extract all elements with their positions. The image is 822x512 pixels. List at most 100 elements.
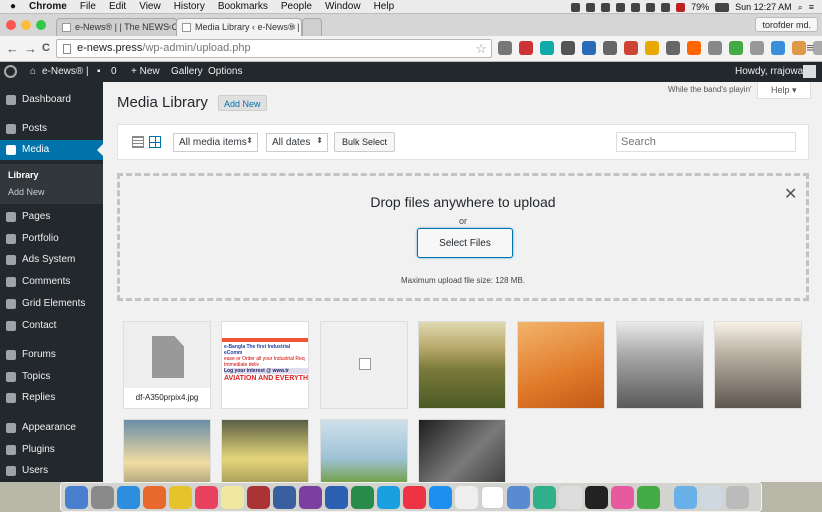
sidebar-item-portfolio[interactable]: Portfolio	[0, 229, 103, 249]
forward-button[interactable]: →	[24, 41, 37, 56]
date-filter[interactable]: All dates ⬍	[266, 133, 328, 152]
options-link[interactable]: Options	[208, 66, 242, 77]
system-preferences-icon[interactable]	[455, 485, 478, 509]
media-item[interactable]	[418, 321, 506, 409]
list-view-icon[interactable]	[132, 136, 144, 148]
calendar-icon[interactable]	[481, 485, 504, 509]
menu-history[interactable]: History	[174, 1, 205, 12]
media-item[interactable]	[320, 419, 408, 482]
extension-icon[interactable]	[750, 41, 764, 55]
close-tab-icon[interactable]: ×	[291, 22, 296, 32]
menu-bookmarks[interactable]: Bookmarks	[218, 1, 268, 12]
status-icon[interactable]	[601, 2, 611, 12]
upload-dropzone[interactable]: Drop files anywhere to upload or Select …	[117, 173, 809, 301]
sidebar-item-grid-elements[interactable]: Grid Elements	[0, 294, 103, 314]
extension-icon[interactable]	[603, 41, 617, 55]
safari-icon[interactable]	[117, 485, 140, 509]
sidebar-item-plugins[interactable]: Plugins	[0, 440, 103, 460]
media-item[interactable]	[616, 321, 704, 409]
downloads-icon[interactable]	[674, 485, 697, 509]
tab-media-library[interactable]: Media Library ‹ e-News® | ×	[176, 18, 302, 36]
extension-icon[interactable]	[582, 41, 596, 55]
menu-file[interactable]: File	[80, 1, 96, 12]
submenu-add-new[interactable]: Add New	[8, 187, 45, 197]
address-bar[interactable]: e-news.press/wp-admin/upload.php ☆	[56, 39, 492, 58]
pocket-icon[interactable]	[403, 485, 426, 509]
app-icon[interactable]	[273, 485, 296, 509]
apple-icon[interactable]: ●	[10, 1, 16, 12]
media-item[interactable]: e-Bangla The first Industrial eComm ease…	[221, 321, 309, 409]
gallery-link[interactable]: Gallery	[171, 66, 203, 77]
excel-icon[interactable]	[351, 485, 374, 509]
notifications-icon[interactable]: ≡	[809, 2, 814, 12]
media-item[interactable]	[123, 419, 211, 482]
tab-enews[interactable]: e-News® | | The NEWS Co ×	[56, 18, 178, 36]
sidebar-item-appearance[interactable]: Appearance	[0, 418, 103, 438]
submenu-library[interactable]: Library	[8, 170, 39, 180]
extension-icon[interactable]	[792, 41, 806, 55]
notes-icon[interactable]	[221, 485, 244, 509]
flag-icon[interactable]	[676, 2, 686, 12]
extension-icon[interactable]	[519, 41, 533, 55]
photos-icon[interactable]	[611, 485, 634, 509]
extension-icon[interactable]	[729, 41, 743, 55]
status-icon[interactable]	[646, 2, 656, 12]
trash-icon[interactable]	[726, 485, 749, 509]
media-item[interactable]: df-A350prpix4.jpg	[123, 321, 211, 409]
menu-chrome[interactable]: Chrome	[29, 1, 67, 12]
chrome-icon[interactable]	[169, 485, 192, 509]
menu-view[interactable]: View	[139, 1, 161, 12]
menu-window[interactable]: Window	[325, 1, 361, 12]
status-icon[interactable]	[586, 2, 596, 12]
close-uploader-icon[interactable]: ✕	[784, 184, 797, 204]
extension-icon[interactable]	[771, 41, 785, 55]
wifi-icon[interactable]	[661, 2, 671, 12]
finder-icon[interactable]	[65, 485, 88, 509]
sidebar-item-topics[interactable]: Topics	[0, 367, 103, 387]
media-item[interactable]	[418, 419, 506, 482]
clock[interactable]: Sun 12:27 AM	[735, 2, 792, 12]
new-tab-button[interactable]	[302, 18, 322, 36]
sidebar-item-forums[interactable]: Forums	[0, 345, 103, 365]
close-tab-icon[interactable]: ×	[167, 22, 172, 32]
avatar[interactable]	[803, 65, 816, 78]
extension-icon[interactable]	[708, 41, 722, 55]
sidebar-item-replies[interactable]: Replies	[0, 388, 103, 408]
menu-people[interactable]: People	[281, 1, 312, 12]
sidebar-item-pages[interactable]: Pages	[0, 207, 103, 227]
comments-icon[interactable]: ▪	[97, 66, 101, 77]
app-icon[interactable]	[637, 485, 660, 509]
site-name-link[interactable]: e-News® |	[42, 66, 89, 77]
extension-icon[interactable]	[645, 41, 659, 55]
home-icon[interactable]: ⌂	[30, 66, 36, 77]
rss-icon[interactable]	[687, 41, 701, 55]
extension-icon[interactable]	[498, 41, 512, 55]
app-store-icon[interactable]	[429, 485, 452, 509]
wordpress-logo-icon[interactable]	[4, 65, 17, 78]
sidebar-item-posts[interactable]: Posts	[0, 119, 103, 139]
extension-icon[interactable]	[666, 41, 680, 55]
extension-icon[interactable]	[624, 41, 638, 55]
sidebar-item-dashboard[interactable]: Dashboard	[0, 90, 103, 110]
zoom-window-button[interactable]	[36, 20, 46, 30]
back-button[interactable]: ←	[6, 41, 19, 56]
bulk-select-button[interactable]: Bulk Select	[334, 132, 396, 152]
extension-icon[interactable]	[561, 41, 575, 55]
comments-count[interactable]: 0	[111, 66, 117, 77]
sidebar-item-contact[interactable]: Contact	[0, 316, 103, 336]
select-files-button[interactable]: Select Files	[417, 228, 513, 258]
feedly-icon[interactable]	[533, 485, 556, 509]
extension-icon[interactable]	[540, 41, 554, 55]
media-item[interactable]	[221, 419, 309, 482]
spotlight-icon[interactable]: ⌕	[798, 2, 803, 13]
terminal-icon[interactable]	[585, 485, 608, 509]
menu-edit[interactable]: Edit	[109, 1, 126, 12]
skype-icon[interactable]	[377, 485, 400, 509]
media-item[interactable]	[714, 321, 802, 409]
word-icon[interactable]	[325, 485, 348, 509]
media-type-filter[interactable]: All media items ⬍	[173, 133, 258, 152]
sidebar-item-media[interactable]: Media	[0, 140, 103, 160]
add-new-button[interactable]: Add New	[218, 95, 267, 111]
grid-view-icon[interactable]	[149, 136, 161, 148]
menu-help[interactable]: Help	[374, 1, 395, 12]
